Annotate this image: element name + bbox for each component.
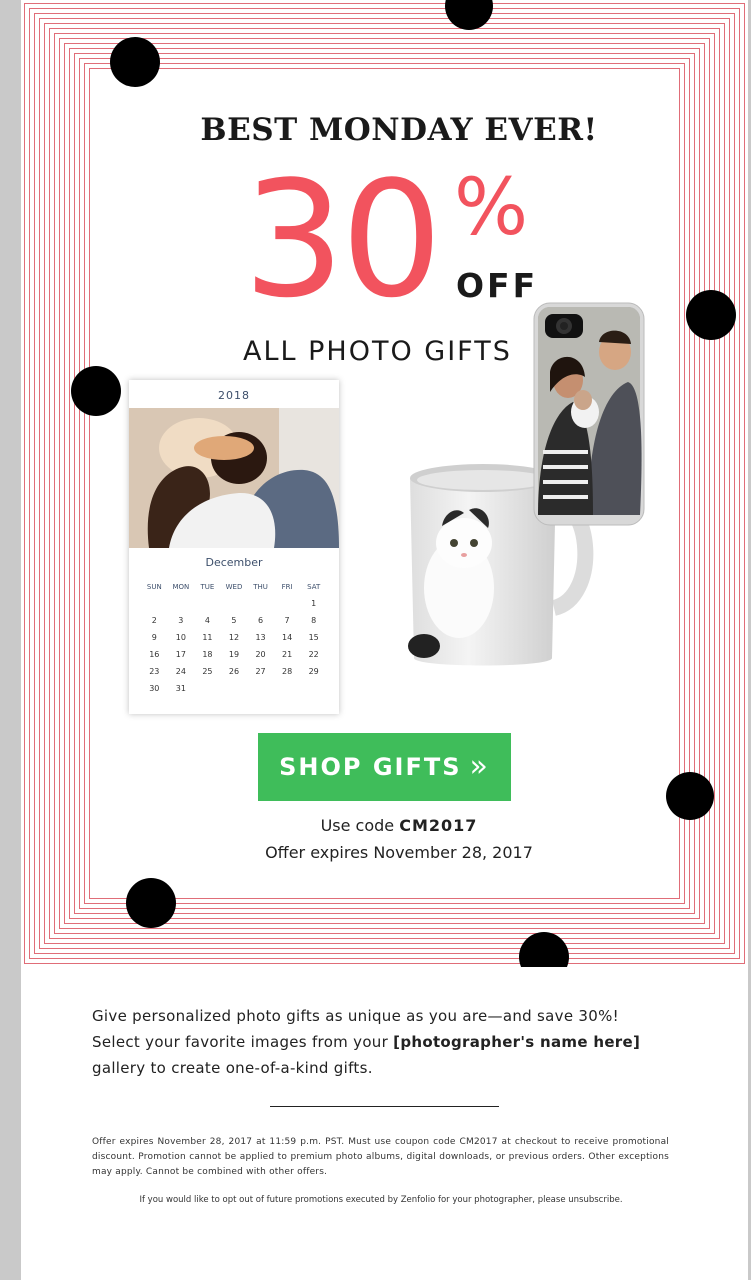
calendar-day: 5 <box>231 616 237 625</box>
calendar-day: 30 <box>149 684 160 693</box>
polka-dot <box>126 878 176 928</box>
calendar-weekday: SUN <box>146 582 162 591</box>
calendar-week: 9 10 11 12 13 14 15 <box>141 629 327 646</box>
calendar-day: 24 <box>175 667 186 676</box>
calendar-weekday: SAT <box>307 582 321 591</box>
calendar-day <box>221 595 248 612</box>
calendar-day: 22 <box>308 650 319 659</box>
double-chevron-right-icon: » <box>469 749 490 784</box>
photographer-name-placeholder: [photographer's name here] <box>393 1033 641 1051</box>
shop-gifts-label: SHOP GIFTS <box>279 753 462 781</box>
calendar-day: 31 <box>175 684 186 693</box>
fine-print: Offer expires November 28, 2017 at 11:59… <box>92 1137 669 1177</box>
calendar-day: 2 <box>151 616 157 625</box>
calendar-day: 12 <box>228 633 240 642</box>
calendar-week: 1 <box>141 595 327 612</box>
shop-gifts-button[interactable]: SHOP GIFTS » <box>258 733 511 801</box>
percent-sign: % <box>454 163 529 253</box>
calendar-day: 1 <box>311 599 317 608</box>
calendar-day <box>221 680 248 697</box>
promo-code-line: Use code CM2017 <box>119 816 679 835</box>
email-body: BEST MONDAY EVER! 30 % OFF ALL PHOTO GIF… <box>21 0 748 1280</box>
polka-dot <box>110 37 160 87</box>
calendar-week: 16 17 18 19 20 21 22 <box>141 646 327 663</box>
calendar-week: 30 31 <box>141 680 327 697</box>
calendar-day: 8 <box>311 616 317 625</box>
calendar-week: 23 24 25 26 27 28 29 <box>141 663 327 680</box>
offer-expiration: Offer expires November 28, 2017 <box>265 843 533 862</box>
calendar-day: 29 <box>308 667 319 676</box>
body-line-1: Give personalized photo gifts as unique … <box>92 1007 619 1025</box>
calendar-month: December <box>205 556 263 569</box>
body-line-3: gallery to create one-of-a-kind gifts. <box>92 1059 373 1077</box>
calendar-weekday: FRI <box>281 582 293 591</box>
calendar-day <box>194 680 221 697</box>
polka-dot <box>686 290 736 340</box>
calendar-day: 7 <box>284 616 290 625</box>
calendar-day: 26 <box>228 667 240 676</box>
calendar-weekday: MON <box>172 582 190 591</box>
calendar-day <box>247 680 274 697</box>
body-line-2: Select your favorite images from your [p… <box>92 1029 692 1055</box>
calendar-day: 18 <box>202 650 213 659</box>
body-copy: Give personalized photo gifts as unique … <box>92 1003 692 1081</box>
calendar-weekday: TUE <box>200 582 215 591</box>
calendar-day <box>141 595 168 612</box>
calendar-weekday: THU <box>253 582 268 591</box>
calendar-day: 13 <box>255 633 266 642</box>
calendar-day: 25 <box>202 667 213 676</box>
body-line-2-prefix: Select your favorite images from your <box>92 1033 389 1051</box>
headline: BEST MONDAY EVER! <box>200 112 598 148</box>
calendar-day: 17 <box>175 650 186 659</box>
polka-dot <box>71 366 121 416</box>
calendar-photo <box>129 408 339 548</box>
calendar-day <box>168 595 195 612</box>
calendar-day <box>300 680 327 697</box>
calendar-day: 15 <box>308 633 319 642</box>
off-label: OFF <box>456 266 539 305</box>
calendar-day: 21 <box>282 650 293 659</box>
calendar-day <box>274 680 301 697</box>
discount-number: 30 <box>243 146 443 333</box>
calendar-day: 27 <box>255 667 266 676</box>
calendar-day: 19 <box>228 650 240 659</box>
calendar-day <box>274 595 301 612</box>
calendar-grid: SUN MON TUE WED THU FRI SAT 1 2 3 4 5 6 7 8 9 10 11 12 13 1… <box>141 578 327 697</box>
calendar-day: 10 <box>175 633 186 642</box>
calendar-product-image: 2018 December SUN MON TUE WED THU FRI SAT 1234… <box>129 380 339 714</box>
calendar-day: 23 <box>149 667 160 676</box>
calendar-weekday: WED <box>225 582 243 591</box>
calendar-day: 11 <box>202 633 213 642</box>
calendar-day: 14 <box>282 633 293 642</box>
calendar-day: 4 <box>204 616 210 625</box>
calendar-week: 2 3 4 5 6 7 8 <box>141 612 327 629</box>
calendar-day <box>194 595 221 612</box>
polka-dot <box>666 772 714 820</box>
calendar-year: 2018 <box>218 389 250 402</box>
promo-code-prefix: Use code <box>320 816 395 835</box>
unsubscribe-text[interactable]: If you would like to opt out of future p… <box>81 1195 681 1205</box>
calendar-day: 16 <box>149 650 160 659</box>
calendar-day <box>247 595 274 612</box>
divider <box>270 1106 499 1107</box>
calendar-day: 28 <box>282 667 293 676</box>
calendar-day: 6 <box>257 616 264 625</box>
subheadline: ALL PHOTO GIFTS <box>243 336 512 367</box>
phone-case-product-image <box>533 302 645 526</box>
calendar-day: 20 <box>255 650 266 659</box>
calendar-day: 3 <box>178 616 184 625</box>
promo-hero: BEST MONDAY EVER! 30 % OFF ALL PHOTO GIF… <box>21 0 748 967</box>
calendar-day: 9 <box>151 633 157 642</box>
promo-code: CM2017 <box>399 816 478 835</box>
